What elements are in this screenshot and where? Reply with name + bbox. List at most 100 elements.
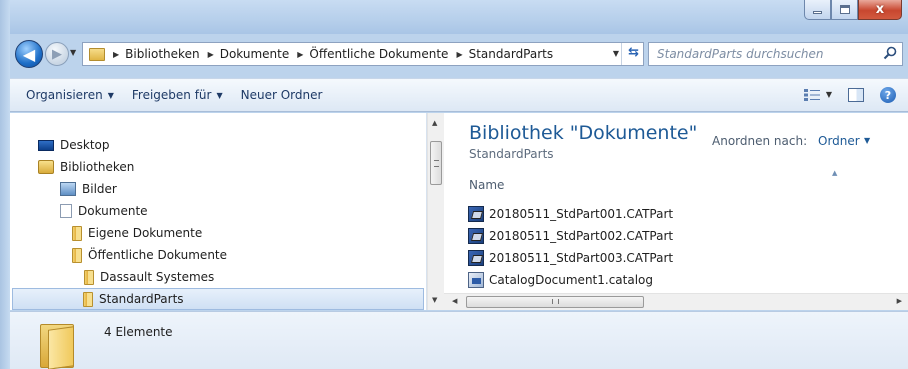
content-pane[interactable]: Bibliothek "Dokumente" StandardParts Ano…	[444, 113, 908, 310]
chevron-right-icon[interactable]: ▶	[113, 50, 119, 59]
scrollbar-thumb[interactable]	[430, 141, 442, 185]
tree-item-label: Dokumente	[78, 204, 148, 218]
scroll-right-icon[interactable]: ▶	[897, 297, 902, 305]
navigation-pane[interactable]: Desktop Bibliotheken Bilder Dokumente Ei…	[10, 113, 427, 310]
file-name: 20180511_StdPart001.CATPart	[489, 207, 674, 221]
grip-icon	[434, 160, 439, 167]
file-row[interactable]: 20180511_StdPart001.CATPart	[468, 203, 673, 225]
organize-label: Organisieren	[26, 88, 103, 102]
arrow-left-icon: ◀	[22, 44, 36, 64]
recent-pages-dropdown[interactable]: ▼	[70, 48, 76, 57]
library-icon	[38, 160, 54, 174]
pictures-icon	[60, 182, 76, 196]
chevron-right-icon[interactable]: ▶	[297, 50, 303, 59]
library-subtitle: StandardParts	[469, 147, 554, 161]
file-row[interactable]: CatalogDocument1.catalog	[468, 269, 653, 291]
breadcrumb-dokumente[interactable]: Dokumente	[220, 47, 290, 61]
breadcrumb-bibliotheken[interactable]: Bibliotheken	[125, 47, 199, 61]
new-folder-label: Neuer Ordner	[240, 88, 323, 102]
arrange-by-label: Anordnen nach:	[712, 134, 808, 148]
help-icon[interactable]: ?	[880, 87, 896, 103]
breadcrumb-oeffentliche-dokumente[interactable]: Öffentliche Dokumente	[309, 47, 448, 61]
chevron-right-icon[interactable]: ▶	[456, 50, 462, 59]
chevron-down-icon[interactable]: ▼	[864, 136, 870, 145]
arrange-by-dropdown[interactable]: Ordner	[818, 134, 860, 148]
file-row[interactable]: 20180511_StdPart003.CATPart	[468, 247, 673, 269]
preview-pane-icon[interactable]	[848, 88, 864, 102]
desktop-icon	[38, 139, 54, 151]
tree-item-label: Eigene Dokumente	[88, 226, 203, 240]
column-header-name[interactable]: Name	[469, 178, 504, 192]
organize-menu[interactable]: Organisieren ▼	[26, 88, 114, 102]
tree-item-bilder[interactable]: Bilder	[60, 178, 117, 200]
address-dropdown[interactable]: ▼	[613, 49, 619, 58]
address-divider	[621, 43, 622, 65]
minimize-button[interactable]	[804, 0, 831, 20]
tree-item-oeffentliche-dokumente[interactable]: Öffentliche Dokumente	[72, 244, 227, 266]
share-label: Freigeben für	[131, 88, 212, 102]
window-left-edge	[0, 0, 10, 369]
tree-item-desktop[interactable]: Desktop	[38, 134, 110, 156]
sort-ascending-icon: ▲	[832, 169, 838, 177]
close-icon: x	[875, 2, 885, 17]
tree-item-label: Bibliotheken	[60, 160, 135, 174]
navigation-scrollbar[interactable]: ▲ ▼	[427, 113, 444, 310]
maximize-button[interactable]	[831, 0, 858, 20]
view-dropdown[interactable]: ▼	[826, 90, 832, 99]
search-input[interactable]: StandardParts durchsuchen	[657, 47, 824, 61]
file-name: 20180511_StdPart003.CATPart	[489, 251, 674, 265]
folder-icon	[40, 324, 74, 369]
details-pane: 4 Elemente	[10, 311, 908, 369]
close-button[interactable]: x	[858, 0, 902, 20]
new-folder-button[interactable]: Neuer Ordner	[241, 88, 323, 102]
folder-icon	[72, 247, 82, 263]
tree-item-label: Öffentliche Dokumente	[88, 248, 228, 262]
scrollbar-thumb[interactable]	[466, 296, 644, 308]
back-button[interactable]: ◀	[15, 40, 43, 68]
tree-item-label: Dassault Systemes	[100, 270, 215, 284]
title-bar[interactable]: x	[10, 0, 908, 34]
share-menu[interactable]: Freigeben für ▼	[132, 88, 223, 102]
folder-icon	[72, 225, 82, 241]
file-name: CatalogDocument1.catalog	[489, 273, 654, 287]
catpart-icon	[468, 206, 484, 222]
catalog-icon	[468, 272, 484, 288]
tree-item-dassault-systemes[interactable]: Dassault Systemes	[84, 266, 214, 288]
tree-item-bibliotheken[interactable]: Bibliotheken	[38, 156, 134, 178]
catpart-icon	[468, 250, 484, 266]
folder-icon	[84, 269, 94, 285]
search-icon[interactable]	[883, 46, 897, 60]
library-title: Bibliothek "Dokumente"	[469, 122, 698, 144]
tree-item-eigene-dokumente[interactable]: Eigene Dokumente	[72, 222, 202, 244]
file-row[interactable]: 20180511_StdPart002.CATPart	[468, 225, 673, 247]
tree-item-standardparts[interactable]: StandardParts	[12, 288, 424, 310]
content-horizontal-scrollbar[interactable]: ◀ ▶	[444, 293, 908, 310]
tree-item-label: Desktop	[60, 138, 110, 152]
forward-button[interactable]: ▶	[45, 42, 69, 66]
tree-item-label: StandardParts	[99, 292, 184, 306]
folder-front	[48, 326, 74, 369]
catpart-icon	[468, 228, 484, 244]
scroll-left-icon[interactable]: ◀	[452, 297, 457, 305]
grip-icon	[552, 299, 559, 304]
scroll-up-icon[interactable]: ▲	[432, 119, 437, 127]
address-bar[interactable]: ▶ Bibliotheken ▶ Dokumente ▶ Öffentliche…	[82, 42, 644, 66]
breadcrumb-standardparts[interactable]: StandardParts	[469, 47, 554, 61]
documents-icon	[60, 204, 72, 218]
search-box[interactable]: StandardParts durchsuchen	[648, 42, 903, 66]
folder-icon	[83, 291, 93, 307]
explorer-window: x ◀ ▶ ▼ ▶ Bibliotheken ▶ Dokumente ▶ Öff…	[0, 0, 908, 369]
command-bar: Organisieren ▼ Freigeben für ▼ Neuer Ordne…	[10, 78, 908, 112]
caption-buttons: x	[804, 0, 902, 20]
folder-icon	[89, 47, 105, 61]
chevron-right-icon[interactable]: ▶	[208, 50, 214, 59]
refresh-icon[interactable]: ⇆	[628, 45, 639, 60]
minimize-icon	[813, 11, 822, 14]
tree-item-dokumente[interactable]: Dokumente	[60, 200, 148, 222]
item-count: 4 Elemente	[104, 325, 173, 339]
chevron-down-icon: ▼	[107, 90, 114, 100]
scroll-down-icon[interactable]: ▼	[432, 296, 437, 304]
view-options-icon[interactable]	[804, 89, 820, 101]
chevron-down-icon: ▼	[216, 90, 223, 100]
file-name: 20180511_StdPart002.CATPart	[489, 229, 674, 243]
